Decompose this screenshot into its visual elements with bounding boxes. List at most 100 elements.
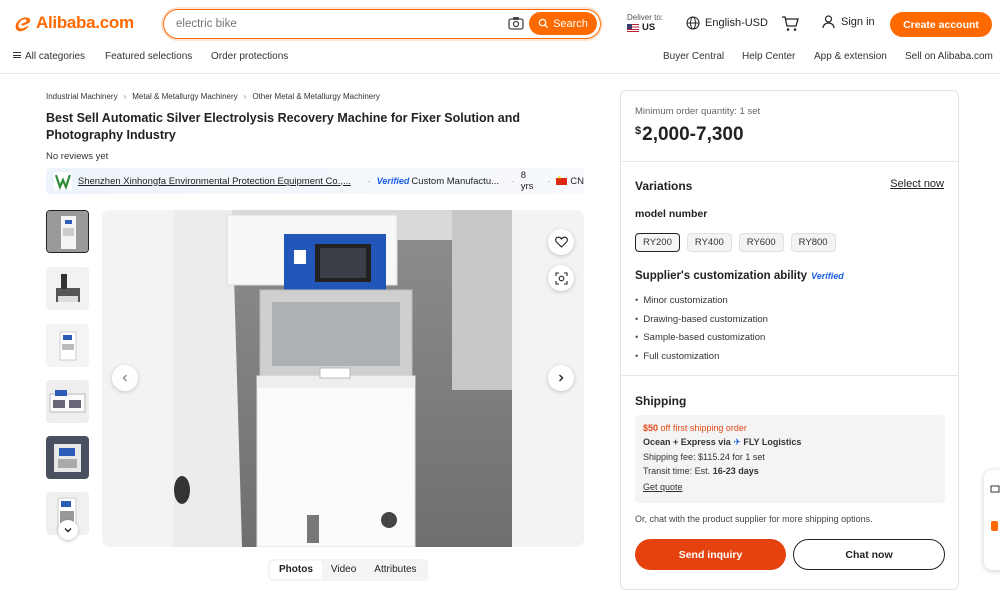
order-protections-link[interactable]: Order protections	[211, 51, 288, 62]
select-now-link[interactable]: Select now	[890, 178, 944, 190]
sign-in-label: Sign in	[841, 16, 875, 28]
scan-icon	[554, 271, 568, 285]
customization-list: Minor customization Drawing-based custom…	[635, 295, 768, 370]
transit-time: Transit time: Est. 16-23 days	[643, 466, 759, 476]
variations-title: Variations	[635, 179, 693, 193]
next-image-button[interactable]	[548, 365, 574, 391]
list-item: Sample-based customization	[635, 332, 768, 351]
breadcrumb-item[interactable]: Other Metal & Metallurgy Machinery	[252, 92, 380, 101]
cart-icon[interactable]	[781, 15, 799, 32]
image-search-icon[interactable]	[508, 16, 524, 30]
supplier-name-link[interactable]: Shenzhen Xinhongfa Environmental Protect…	[78, 176, 362, 187]
customization-title-text: Supplier's customization ability	[635, 270, 808, 282]
logistics-icon: ✈	[733, 437, 741, 447]
all-categories-link[interactable]: All categories	[13, 51, 85, 62]
model-option-ry400[interactable]: RY400	[686, 233, 732, 252]
language-label: English-USD	[705, 17, 768, 29]
us-flag-icon	[627, 24, 639, 32]
breadcrumb: Industrial Machinery › Metal & Metallurg…	[46, 92, 380, 101]
separator-dot: ·	[511, 175, 515, 187]
shipping-promo: $50 off first shipping order	[643, 423, 747, 433]
model-option-ry800[interactable]: RY800	[790, 233, 836, 252]
shipping-method-text: Ocean + Express via	[643, 437, 731, 447]
breadcrumb-separator-icon: ›	[243, 92, 247, 101]
favorite-button[interactable]	[548, 229, 574, 255]
thumbnail-scroll-down-button[interactable]	[58, 520, 78, 540]
model-option-ry200[interactable]: RY200	[635, 233, 680, 252]
send-inquiry-button[interactable]: Send inquiry	[635, 539, 786, 570]
breadcrumb-item[interactable]: Metal & Metallurgy Machinery	[132, 92, 237, 101]
alibaba-logo[interactable]: Alibaba.com	[12, 12, 134, 34]
separator-dot: ·	[547, 175, 551, 187]
thumbnail-4[interactable]	[46, 380, 89, 423]
search-button[interactable]: Search	[529, 12, 597, 35]
machine-thumbnail-image	[46, 324, 89, 367]
previous-image-button[interactable]	[112, 365, 138, 391]
breadcrumb-item[interactable]: Industrial Machinery	[46, 92, 118, 101]
list-item: Drawing-based customization	[635, 314, 768, 333]
breadcrumb-separator-icon: ›	[123, 92, 127, 101]
main-product-image[interactable]	[102, 210, 584, 547]
shipping-title: Shipping	[635, 394, 687, 408]
user-icon	[822, 15, 835, 29]
sell-on-alibaba-link[interactable]: Sell on Alibaba.com	[905, 51, 993, 62]
china-flag-icon	[556, 175, 568, 185]
chat-now-button[interactable]: Chat now	[793, 539, 945, 570]
buyer-central-link[interactable]: Buyer Central	[663, 51, 724, 62]
promo-text: off first shipping order	[660, 423, 747, 433]
shipping-fee: Shipping fee: $115.24 for 1 set	[643, 452, 765, 462]
tab-attributes[interactable]: Attributes	[365, 561, 425, 579]
shipping-info-box: $50 off first shipping order Ocean + Exp…	[635, 415, 945, 503]
language-selector[interactable]: English-USD	[686, 16, 768, 30]
featured-selections-link[interactable]: Featured selections	[105, 51, 192, 62]
globe-icon	[686, 16, 700, 30]
transit-days: 16-23 days	[712, 466, 759, 476]
category-nav: All categories Featured selections Order…	[0, 48, 1000, 74]
chat-note: Or, chat with the product supplier for m…	[635, 514, 873, 524]
machine-thumbnail-image	[46, 436, 89, 479]
thumbnail-1[interactable]	[46, 210, 89, 253]
app-extension-link[interactable]: App & extension	[814, 51, 887, 62]
purchase-panel: Minimum order quantity: 1 set $2,000-7,3…	[620, 90, 959, 590]
supplier-years: 8 yrs	[520, 170, 534, 192]
tab-photos[interactable]: Photos	[270, 561, 322, 579]
verified-badge: Verified	[811, 271, 844, 281]
shipping-carrier: FLY Logistics	[743, 437, 802, 447]
supplier-logo[interactable]	[54, 172, 72, 190]
search-input[interactable]	[176, 16, 496, 32]
heart-icon	[554, 236, 568, 248]
thumbnail-5[interactable]	[46, 436, 89, 479]
deliver-to[interactable]: Deliver to: US	[627, 13, 663, 33]
electrolysis-machine-photo	[102, 210, 584, 547]
alibaba-logo-icon	[15, 17, 31, 32]
divider	[621, 375, 958, 376]
model-options: RY200 RY400 RY600 RY800	[635, 233, 836, 252]
thumbnail-2[interactable]	[46, 267, 89, 310]
get-quote-link[interactable]: Get quote	[643, 482, 683, 492]
separator-dot: ·	[367, 175, 371, 187]
minimum-order-quantity: Minimum order quantity: 1 set	[635, 106, 761, 117]
promo-amount: $50	[643, 423, 659, 433]
price-currency: $	[635, 125, 642, 137]
model-number-label: model number	[635, 208, 708, 220]
chevron-left-icon	[122, 374, 127, 382]
thumbnail-3[interactable]	[46, 324, 89, 367]
product-title: Best Sell Automatic Silver Electrolysis …	[46, 111, 520, 142]
image-search-button[interactable]	[548, 265, 574, 291]
customization-title: Supplier's customization ability Verifie…	[635, 270, 844, 282]
list-item: Full customization	[635, 351, 768, 370]
search-bar: Search	[163, 9, 601, 39]
help-center-link[interactable]: Help Center	[742, 51, 795, 62]
model-option-ry600[interactable]: RY600	[738, 233, 784, 252]
floating-side-toolbar[interactable]	[984, 470, 1000, 570]
sparkle-search-icon	[538, 18, 549, 29]
sign-in-link[interactable]: Sign in	[822, 15, 875, 29]
supplier-country: CN	[570, 175, 584, 187]
message-icon	[990, 485, 1000, 493]
tab-video[interactable]: Video	[322, 561, 365, 579]
media-tabs: Photos Video Attributes	[268, 559, 428, 581]
price-value: 2,000-7,300	[642, 124, 744, 145]
supplier-type: Custom Manufactu...	[411, 175, 500, 187]
create-account-button[interactable]: Create account	[890, 12, 992, 37]
verified-badge: Verified	[376, 176, 410, 186]
